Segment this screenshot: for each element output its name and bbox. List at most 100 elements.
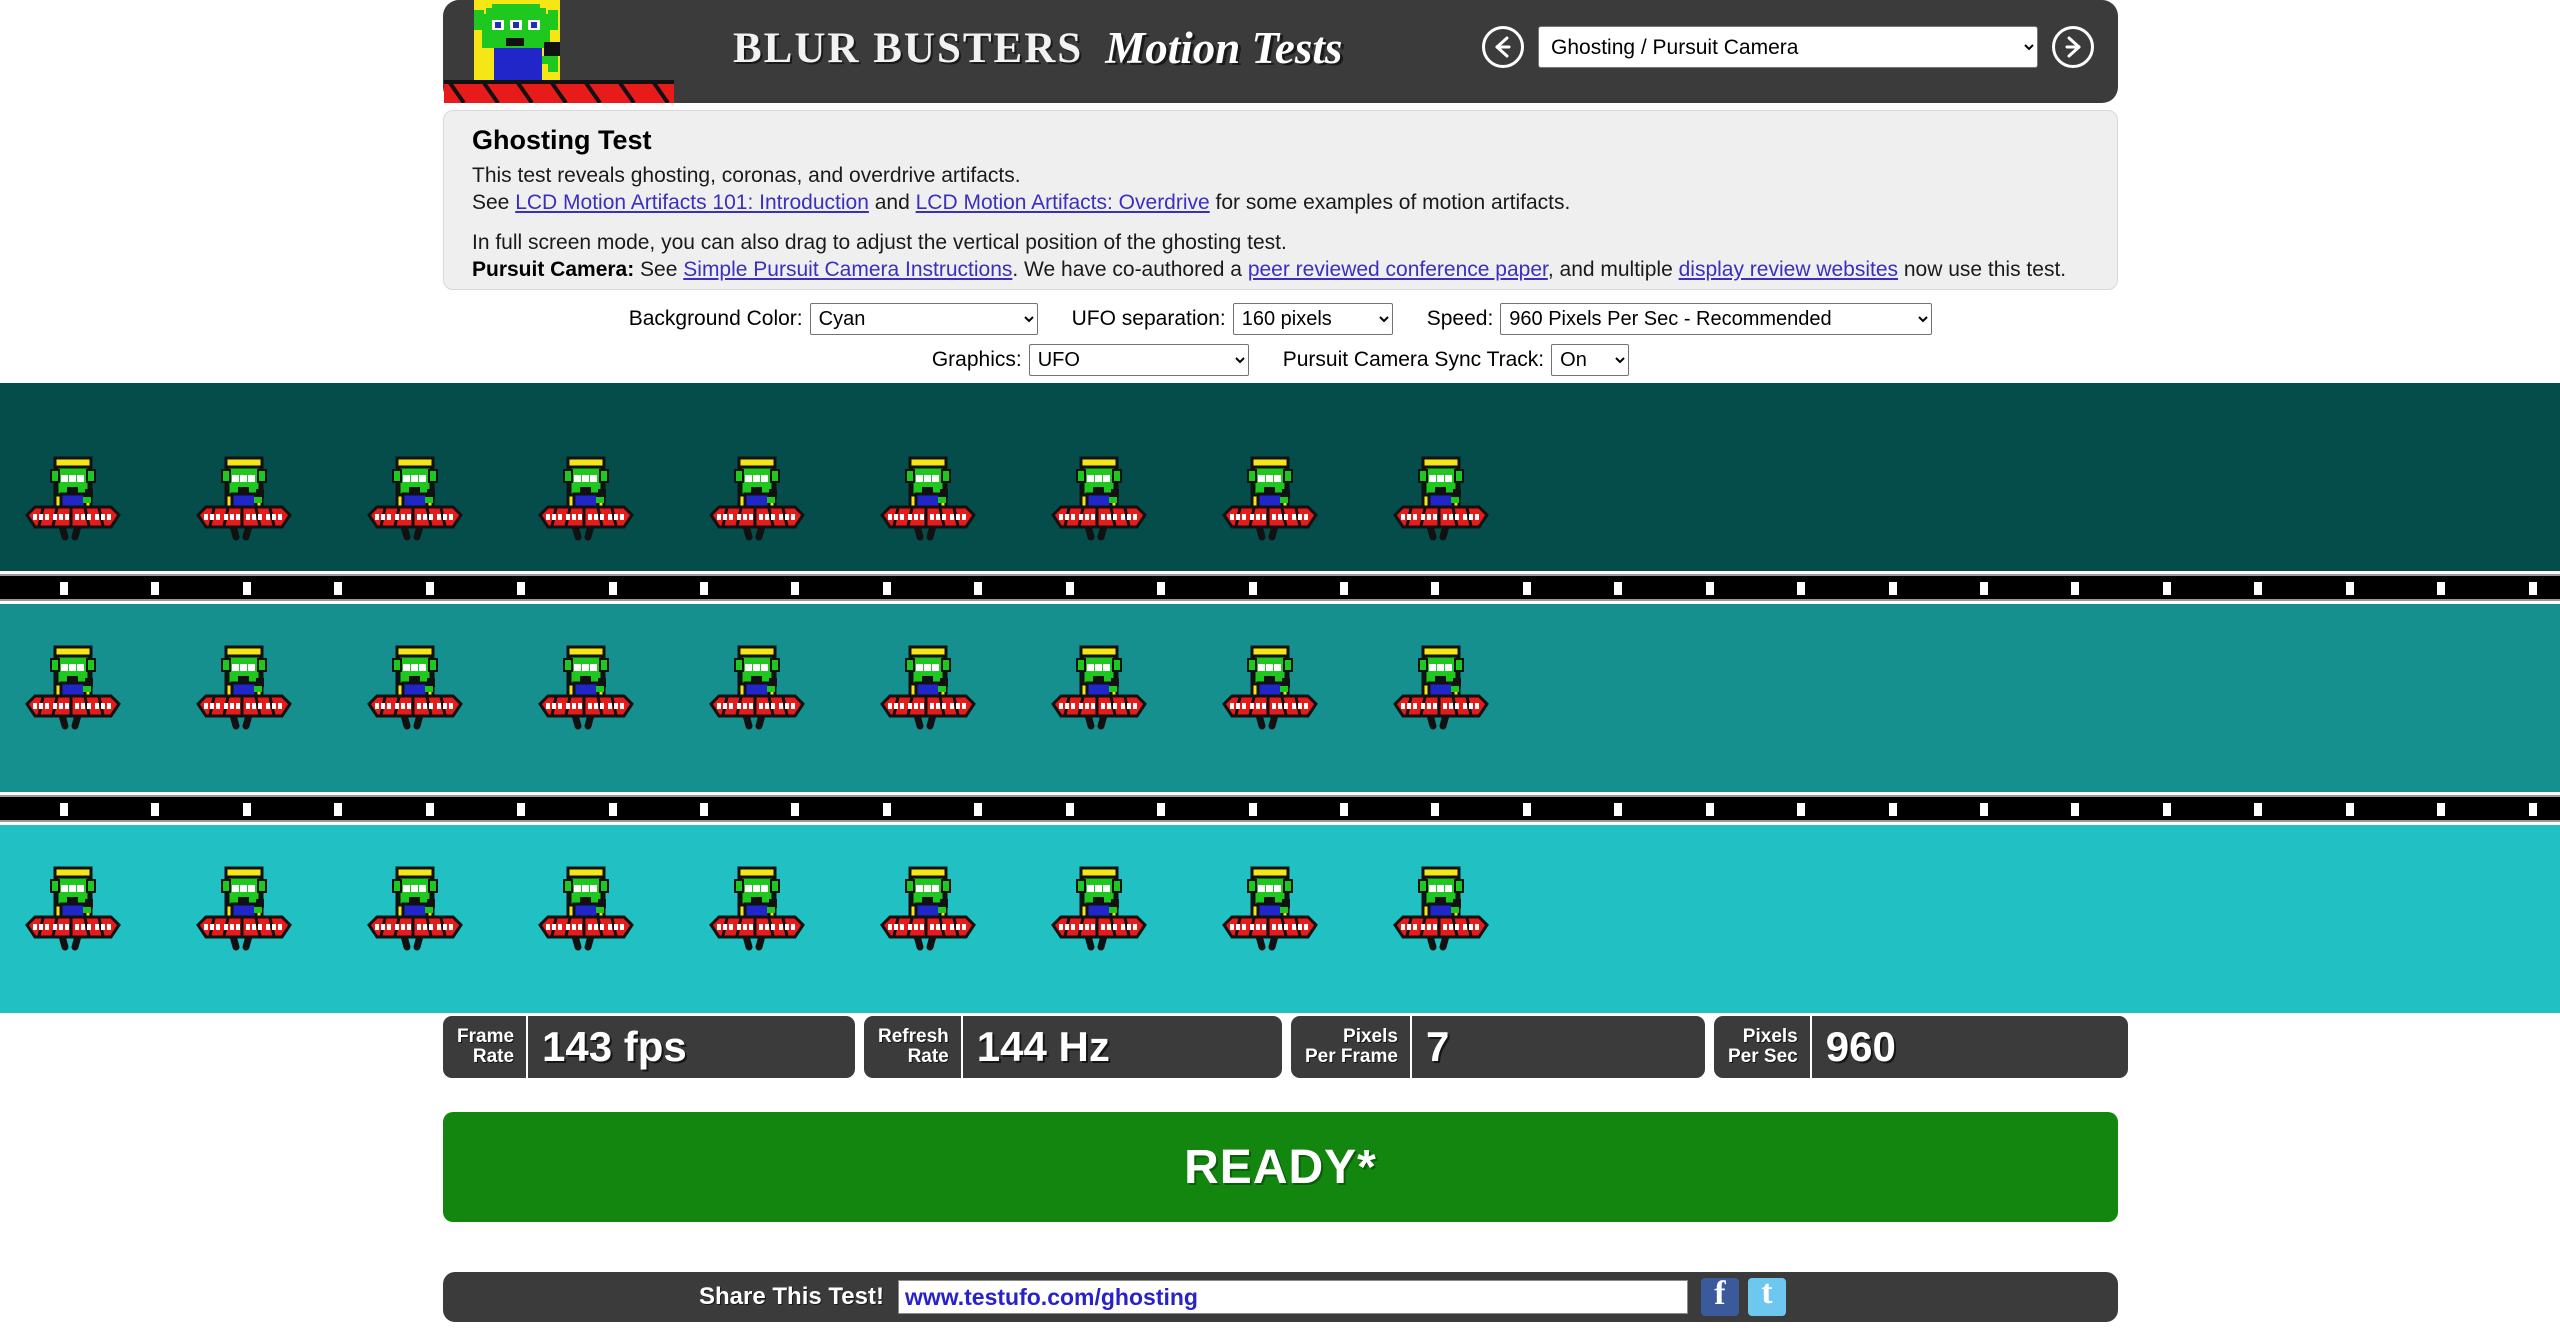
controls-row-1: Background Color: Cyan UFO separation: 1… [443,300,2118,338]
test-controls: Background Color: Cyan UFO separation: 1… [443,300,2118,380]
graphics-select[interactable]: UFO [1028,344,1249,376]
ghosting-test-animation-area[interactable] [0,383,2560,1013]
sync-track-tick [426,803,434,816]
sync-track-tick [1614,582,1622,595]
ufo-sprite-icon [1051,866,1147,951]
ufo-sprite [1214,863,1326,958]
ufo-separation-select[interactable]: 160 pixels [1232,303,1393,335]
desc4-d: now use this test. [1898,257,2067,281]
desc4-b: . We have co-authored a [1012,257,1248,281]
pursuit-sync-track-bottom [0,792,2560,825]
speed-select[interactable]: 960 Pixels Per Sec - Recommended [1500,303,1933,335]
arrow-left-icon [1495,36,1511,58]
facebook-icon[interactable] [1700,1275,1739,1316]
ufo-sprite [188,453,300,548]
ufo-sprite-icon [25,866,121,951]
sync-track-tick [243,582,251,595]
ufo-sprite-icon [196,645,292,730]
sync-track-edge-line [0,574,2560,576]
share-bar: Share This Test! [443,1272,2118,1322]
ufo-band-dark[interactable] [0,383,2560,571]
sync-track-tick [1340,803,1348,816]
ufo-band-medium[interactable] [0,604,2560,792]
ufo-sprite [17,642,129,737]
sync-track-edge-line [0,795,2560,797]
sync-track-tick [151,582,159,595]
sync-track-tick [609,582,617,595]
sync-track-tick [1797,582,1805,595]
ufo-sprite-icon [1393,456,1489,541]
description-line-3: In full screen mode, you can also drag t… [472,230,1287,254]
sync-track-tick [1797,803,1805,816]
test-selector-dropdown[interactable]: Ghosting / Pursuit Camera [1538,26,2038,68]
sync-track-tick [1249,582,1257,595]
site-header: BLUR BUSTERS Motion Tests Ghosting / Pur… [443,0,2118,103]
ufo-sprite [1043,863,1155,958]
desc4-a: See [634,257,684,281]
speed-label: Speed: [1426,307,1494,330]
stat-refresh-rate: Refresh Rate 144 Hz [864,1016,1282,1078]
previous-test-button[interactable] [1482,26,1524,68]
sync-track-tick [2071,803,2079,816]
ufo-sprite-icon [538,456,634,541]
sync-track-select[interactable]: On [1551,344,1630,376]
twitter-icon[interactable] [1747,1274,1786,1316]
sync-track-tick [1249,803,1257,816]
sync-track-tick [2346,582,2354,595]
ufo-sprite-icon [196,866,292,951]
sync-track-tick [1340,582,1348,595]
stat-refresh-rate-label: Refresh Rate [864,1016,963,1078]
ufo-sprite [872,642,984,737]
graphics-label: Graphics: [931,348,1022,371]
sync-track-tick [883,582,891,595]
ufo-sprite-icon [1393,866,1489,951]
link-lcd-motion-artifacts-101[interactable]: LCD Motion Artifacts 101: Introduction [515,191,869,214]
description-line-1: This test reveals ghosting, coronas, and… [472,164,1021,187]
stat-refresh-rate-value: 144 Hz [976,1023,1110,1070]
sync-track-tick [151,803,159,816]
stat-pixels-per-frame-value: 7 [1425,1023,1450,1070]
blur-busters-logo[interactable] [444,0,674,103]
next-test-button[interactable] [2052,26,2094,68]
sync-track-tick [1706,582,1714,595]
brand-name: BLUR BUSTERS [733,24,1084,72]
sync-track-tick [883,803,891,816]
sync-track-tick [1523,803,1531,816]
sync-track-tick [609,803,617,816]
desc2-mid: and [868,190,916,214]
ufo-sprite [359,642,471,737]
stat-pixels-per-sec-value: 960 [1825,1023,1896,1070]
sync-track-tick [1980,803,1988,816]
share-url-input[interactable] [897,1280,1688,1314]
desc4-c: , and multiple [1547,257,1679,281]
sync-track-tick [2346,803,2354,816]
link-display-review-websites[interactable]: display review websites [1679,258,1898,281]
sync-track-tick [974,803,982,816]
sync-track-tick [2437,582,2445,595]
ufo-sprite [530,453,642,548]
ufo-sprite [1214,642,1326,737]
background-color-select[interactable]: Cyan [809,303,1038,335]
ufo-sprite-icon [880,645,976,730]
alien-ufo-logo-icon [444,0,674,103]
stat-pixels-per-sec: Pixels Per Sec 960 [1714,1016,2128,1078]
stat-label-line-1: Pixels [1343,1026,1398,1048]
sync-track-tick [517,582,525,595]
ufo-sprite [1043,453,1155,548]
stat-label-line-1: Refresh [878,1026,949,1048]
stat-pixels-per-sec-label: Pixels Per Sec [1714,1016,1812,1078]
sync-track-tick [1889,582,1897,595]
link-peer-reviewed-conference-paper[interactable]: peer reviewed conference paper [1248,258,1548,281]
ufo-sprite-icon [1222,645,1318,730]
sync-track-tick [2254,582,2262,595]
social-buttons [1700,1274,1786,1316]
sync-track-tick [1157,803,1165,816]
ufo-band-bright[interactable] [0,825,2560,1013]
link-lcd-motion-artifacts-overdrive[interactable]: LCD Motion Artifacts: Overdrive [916,191,1210,214]
control-graphics: Graphics: UFO [932,344,1249,376]
status-banner[interactable]: READY* [443,1112,2118,1222]
ufo-sprite-icon [196,456,292,541]
pursuit-camera-label: Pursuit Camera: [472,257,635,281]
link-simple-pursuit-camera-instructions[interactable]: Simple Pursuit Camera Instructions [683,258,1012,281]
ufo-sprite-icon [25,456,121,541]
